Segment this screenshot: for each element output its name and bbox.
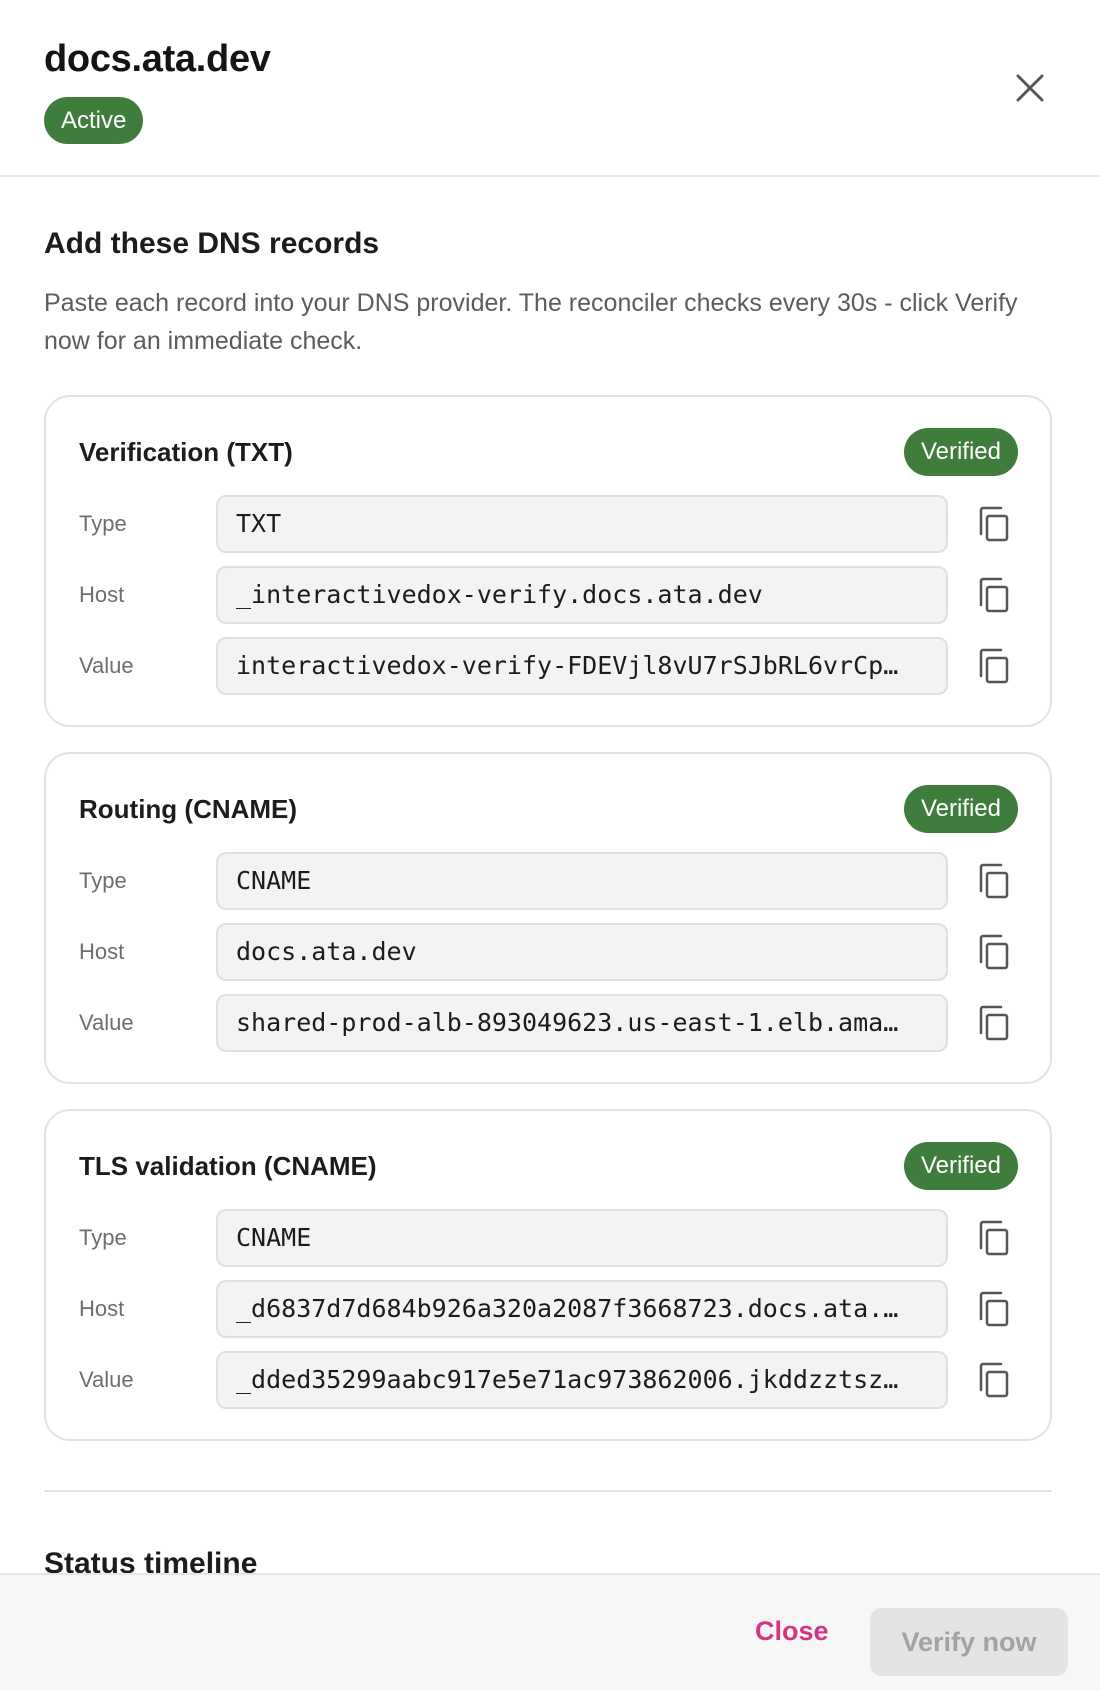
- section-divider: [44, 1490, 1052, 1492]
- section-title: Add these DNS records: [44, 227, 380, 260]
- close-icon[interactable]: [1012, 70, 1048, 106]
- dialog-footer: Close Verify now: [0, 1573, 1100, 1690]
- record-card-txt: Verification (TXT) Verified Type TXT Hos…: [44, 395, 1052, 727]
- record-card-tls: TLS validation (CNAME) Verified Type CNA…: [44, 1109, 1052, 1441]
- value-field[interactable]: CNAME: [216, 852, 948, 910]
- verified-badge: Verified: [903, 785, 1018, 833]
- record-title: Routing (CNAME): [79, 794, 298, 824]
- dialog-body[interactable]: Add these DNS records Paste each record …: [0, 177, 1100, 1573]
- copy-icon[interactable]: [974, 932, 1014, 972]
- verify-now-button[interactable]: Verify now: [870, 1608, 1068, 1676]
- verified-badge: Verified: [903, 428, 1018, 476]
- row-label: Type: [79, 511, 127, 536]
- value-field[interactable]: docs.ata.dev: [216, 923, 948, 981]
- record-row-host: Host docs.ata.dev: [46, 923, 1054, 981]
- copy-icon[interactable]: [974, 575, 1014, 615]
- row-label: Host: [79, 1296, 125, 1321]
- row-label: Type: [79, 1225, 127, 1250]
- record-row-type: Type TXT: [46, 495, 1054, 553]
- copy-icon[interactable]: [974, 1003, 1014, 1043]
- record-row-type: Type CNAME: [46, 852, 1054, 910]
- copy-icon[interactable]: [974, 1218, 1014, 1258]
- row-label: Value: [79, 1367, 134, 1392]
- copy-icon[interactable]: [974, 646, 1014, 686]
- value-field[interactable]: _d6837d7d684b926a320a2087f3668723.docs.a…: [216, 1280, 948, 1338]
- record-row-host: Host _d6837d7d684b926a320a2087f3668723.d…: [46, 1280, 1054, 1338]
- timeline-title: Status timeline: [44, 1547, 258, 1573]
- record-row-value: Value shared-prod-alb-893049623.us-east-…: [46, 994, 1054, 1052]
- verified-badge: Verified: [903, 1142, 1018, 1190]
- row-label: Value: [79, 653, 134, 678]
- copy-icon[interactable]: [974, 861, 1014, 901]
- record-row-host: Host _interactivedox-verify.docs.ata.dev: [46, 566, 1054, 624]
- copy-icon[interactable]: [974, 504, 1014, 544]
- value-field[interactable]: _dded35299aabc917e5e71ac973862006.jkddzz…: [216, 1351, 948, 1409]
- record-title: TLS validation (CNAME): [79, 1151, 377, 1181]
- domain-title: docs.ata.dev: [44, 38, 271, 80]
- record-row-value: Value interactivedox-verify-FDEVjl8vU7rS…: [46, 637, 1054, 695]
- section-description: Paste each record into your DNS provider…: [44, 289, 1018, 355]
- copy-icon[interactable]: [974, 1289, 1014, 1329]
- value-field[interactable]: interactivedox-verify-FDEVjl8vU7rSJbRL6v…: [216, 637, 948, 695]
- dialog-header: docs.ata.dev Active: [0, 0, 1100, 177]
- value-field[interactable]: TXT: [216, 495, 948, 553]
- copy-icon[interactable]: [974, 1360, 1014, 1400]
- value-field[interactable]: CNAME: [216, 1209, 948, 1267]
- record-row-type: Type CNAME: [46, 1209, 1054, 1267]
- value-field[interactable]: _interactivedox-verify.docs.ata.dev: [216, 566, 948, 624]
- row-label: Host: [79, 939, 125, 964]
- value-field[interactable]: shared-prod-alb-893049623.us-east-1.elb.…: [216, 994, 948, 1052]
- record-card-routing: Routing (CNAME) Verified Type CNAME Host…: [44, 752, 1052, 1084]
- row-label: Type: [79, 868, 127, 893]
- status-badge: Active: [44, 97, 144, 144]
- close-button[interactable]: Close: [755, 1616, 829, 1647]
- row-label: Value: [79, 1010, 134, 1035]
- record-title: Verification (TXT): [79, 437, 293, 467]
- record-row-value: Value _dded35299aabc917e5e71ac973862006.…: [46, 1351, 1054, 1409]
- row-label: Host: [79, 582, 125, 607]
